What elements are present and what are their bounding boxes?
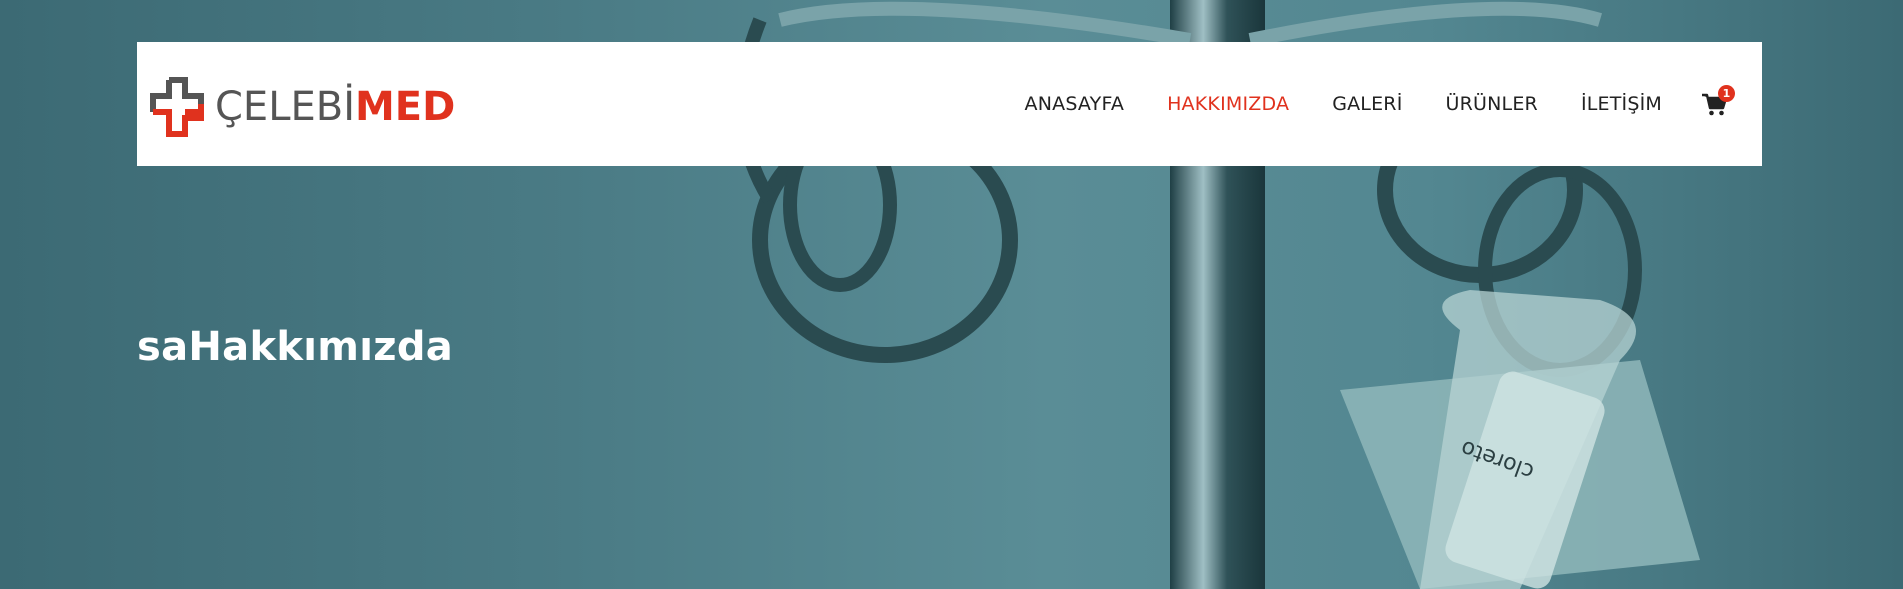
- nav-item-iletisim[interactable]: İLETİŞİM: [1581, 93, 1662, 115]
- brand-name-part1: ÇELEBİ: [215, 84, 355, 130]
- brand-name: ÇELEBİMED: [215, 87, 455, 127]
- brand-logo[interactable]: ÇELEBİMED: [147, 72, 455, 142]
- site-header: ÇELEBİMED ANASAYFA HAKKIMIZDA GALERİ ÜRÜ…: [137, 42, 1762, 166]
- medical-cross-icon: [150, 77, 204, 137]
- nav-item-urunler[interactable]: ÜRÜNLER: [1446, 93, 1538, 115]
- main-navigation: ANASAYFA HAKKIMIZDA GALERİ ÜRÜNLER İLETİ…: [982, 42, 1735, 166]
- cart-count-badge: 1: [1718, 85, 1735, 102]
- nav-item-hakkimizda[interactable]: HAKKIMIZDA: [1167, 93, 1289, 115]
- nav-item-anasayfa[interactable]: ANASAYFA: [1025, 93, 1125, 115]
- hero-banner: cloreto ÇELEBİMED ANASAYFA HAKKIMIZDA GA…: [0, 0, 1903, 589]
- cart-button[interactable]: 1: [1702, 85, 1735, 119]
- brand-name-part2: MED: [355, 84, 456, 130]
- nav-item-galeri[interactable]: GALERİ: [1332, 93, 1402, 115]
- page-title: saHakkımızda: [137, 324, 454, 370]
